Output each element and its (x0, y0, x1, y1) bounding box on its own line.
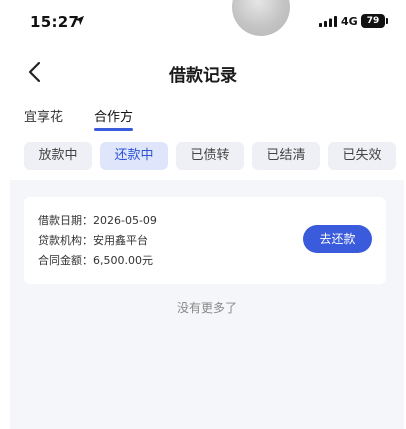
status-bar: 15:27 4G 79 (0, 0, 406, 44)
tab-underline (94, 128, 134, 131)
contract-amount-row: 合同金额：6,500.00元 (38, 252, 153, 268)
repay-button[interactable]: 去还款 (303, 225, 372, 253)
camera-cutout (232, 0, 290, 36)
battery-icon: 79 (361, 14, 385, 28)
signal-icon (319, 16, 337, 27)
tab-label: 宜享花 (24, 110, 64, 125)
location-arrow-icon (74, 15, 85, 26)
lender-label: 贷款机构： (38, 234, 93, 247)
contract-amount-value: 6,500.00元 (93, 254, 153, 267)
contract-amount-label: 合同金额： (38, 254, 93, 267)
loan-list: 借款日期：2026-05-09 贷款机构：安用鑫平台 合同金额：6,500.00… (10, 180, 404, 429)
chip-expired[interactable]: 已失效 (328, 142, 396, 170)
chip-repaying[interactable]: 还款中 (100, 142, 168, 170)
tab-yixianghua[interactable]: 宜享花 (24, 106, 63, 125)
nav-bar: 借款记录 (0, 50, 406, 94)
lender-row: 贷款机构：安用鑫平台 (38, 232, 148, 248)
status-chips: 放款中 还款中 已债转 已结清 已失效 (0, 142, 406, 170)
tab-label: 合作方 (94, 110, 134, 125)
chip-settled[interactable]: 已结清 (252, 142, 320, 170)
network-label: 4G (341, 15, 358, 28)
tab-partner[interactable]: 合作方 (94, 106, 134, 131)
loan-date-row: 借款日期：2026-05-09 (38, 212, 157, 228)
loan-date-value: 2026-05-09 (93, 214, 157, 227)
battery-cap (386, 18, 388, 24)
chip-transferred[interactable]: 已债转 (176, 142, 244, 170)
loan-date-label: 借款日期： (38, 214, 93, 227)
lender-value: 安用鑫平台 (93, 234, 148, 247)
no-more-text: 没有更多了 (176, 301, 237, 315)
page-title: 借款记录 (169, 66, 237, 86)
loan-card[interactable]: 借款日期：2026-05-09 贷款机构：安用鑫平台 合同金额：6,500.00… (24, 197, 386, 284)
status-time: 15:27 (30, 13, 80, 31)
chip-lending[interactable]: 放款中 (24, 142, 92, 170)
source-tabs: 宜享花 合作方 (0, 106, 406, 131)
